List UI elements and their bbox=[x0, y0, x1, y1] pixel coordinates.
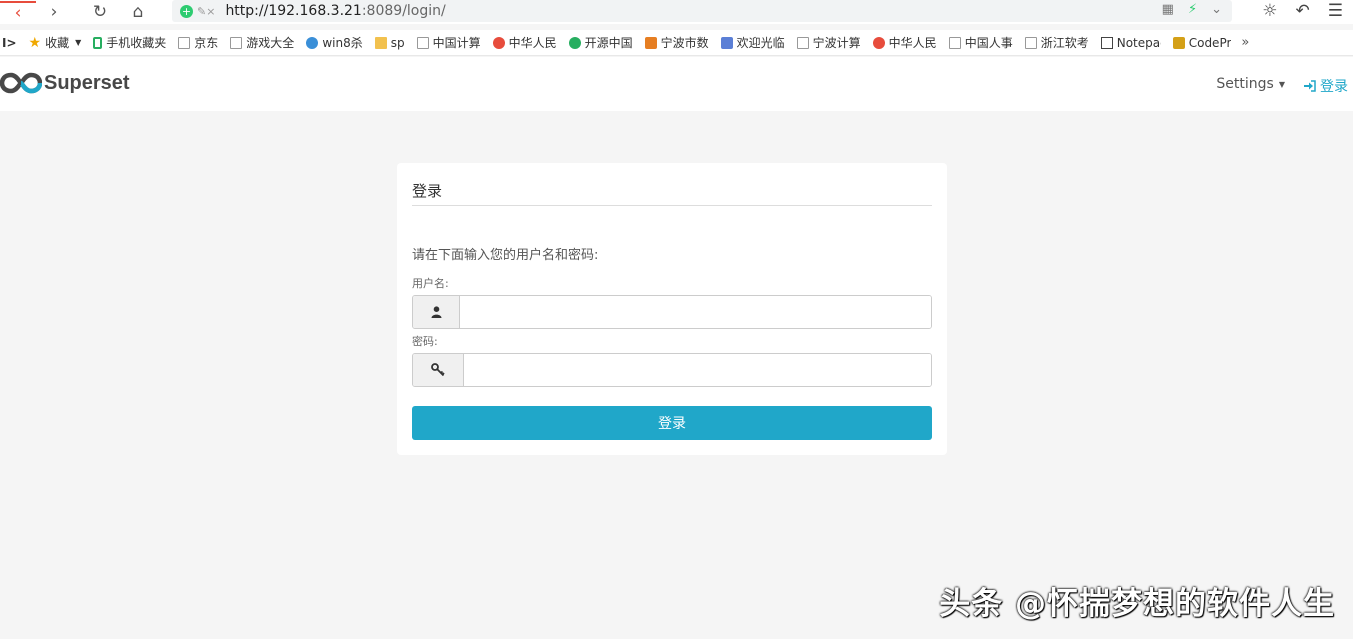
chevron-down-icon[interactable]: ⌄ bbox=[1211, 2, 1222, 17]
bookmark-item[interactable]: 中华人民 bbox=[867, 34, 943, 51]
menu-icon[interactable]: ☰ bbox=[1328, 1, 1343, 21]
username-group bbox=[412, 295, 932, 329]
bookmark-item[interactable]: 欢迎光临 bbox=[715, 34, 791, 51]
home-icon[interactable]: ⌂ bbox=[124, 1, 152, 23]
user-icon bbox=[413, 296, 460, 328]
notepad-icon bbox=[1100, 36, 1113, 49]
bookmark-item[interactable]: 中国计算 bbox=[411, 34, 487, 51]
address-bar[interactable]: + ✎× http://192.168.3.21:8089/login/ ▦ ⚡… bbox=[172, 0, 1232, 22]
forward-icon[interactable]: › bbox=[40, 1, 68, 23]
folder-icon bbox=[374, 36, 387, 49]
flame-icon bbox=[644, 36, 657, 49]
settings-label: Settings bbox=[1216, 76, 1274, 92]
infinity-logo-icon bbox=[0, 72, 42, 94]
bookmark-item[interactable]: 京东 bbox=[172, 34, 224, 51]
app-navbar: Superset Settings ▼ 登录 bbox=[0, 57, 1353, 111]
url-path: :8089/login/ bbox=[361, 3, 446, 19]
bookmark-item[interactable]: 浙江软考 bbox=[1019, 34, 1095, 51]
reload-icon[interactable]: ↻ bbox=[86, 1, 114, 23]
password-group bbox=[412, 353, 932, 387]
source-watermark: 头条 @怀揣梦想的软件人生 bbox=[939, 586, 1335, 622]
phone-icon bbox=[93, 36, 103, 49]
qr-code-icon[interactable]: ▦ bbox=[1162, 2, 1174, 17]
chevron-down-icon[interactable]: ▼ bbox=[75, 38, 81, 47]
undo-icon[interactable]: ↶ bbox=[1296, 1, 1310, 21]
page-icon bbox=[230, 36, 243, 49]
login-instructions: 请在下面输入您的用户名和密码: bbox=[412, 248, 599, 263]
codepro-icon bbox=[1172, 36, 1185, 49]
speed-mode-icon[interactable]: ⚡ bbox=[1188, 2, 1197, 17]
sidebar-toggle-icon[interactable]: I> bbox=[0, 36, 23, 50]
bookmark-item[interactable]: ★ 收藏 ▼ bbox=[23, 34, 88, 51]
tracking-off-icon[interactable]: ✎× bbox=[197, 5, 215, 18]
brand-name: Superset bbox=[44, 71, 130, 94]
bookmark-item[interactable]: 游戏大全 bbox=[224, 34, 300, 51]
secure-shield-icon: + bbox=[180, 4, 193, 18]
password-input[interactable] bbox=[464, 354, 931, 386]
password-label: 密码: bbox=[412, 335, 438, 348]
bookmark-item[interactable]: 宁波计算 bbox=[791, 34, 867, 51]
bookmark-item[interactable]: 手机收藏夹 bbox=[87, 34, 172, 51]
page-icon bbox=[1024, 36, 1037, 49]
login-link[interactable]: 登录 bbox=[1304, 76, 1348, 96]
login-panel: 登录 请在下面输入您的用户名和密码: 用户名: 密码: 登录 bbox=[397, 163, 947, 455]
bookmark-item[interactable]: CodePr bbox=[1167, 36, 1238, 50]
globe-icon bbox=[306, 36, 319, 49]
brightness-icon[interactable]: ☼ bbox=[1262, 1, 1277, 21]
emblem-icon bbox=[872, 36, 885, 49]
page-icon bbox=[796, 36, 809, 49]
bookmark-item[interactable]: win8杀 bbox=[300, 34, 368, 51]
settings-menu[interactable]: Settings ▼ bbox=[1216, 76, 1285, 92]
panel-divider bbox=[412, 205, 932, 206]
browser-toolbar: ‹ › ↻ ⌂ + ✎× http://192.168.3.21:8089/lo… bbox=[0, 0, 1353, 24]
bookmark-item[interactable]: sp bbox=[369, 36, 411, 50]
bookmarks-bar: I> ★ 收藏 ▼ 手机收藏夹 京东 游戏大全 win8杀 sp 中国计算 中华人民… bbox=[0, 30, 1353, 56]
page-icon bbox=[416, 36, 429, 49]
bookmark-item[interactable]: 开源中国 bbox=[563, 34, 639, 51]
page-icon bbox=[948, 36, 961, 49]
more-bookmarks-icon[interactable]: » bbox=[1241, 35, 1249, 50]
bookmark-item[interactable]: 中华人民 bbox=[487, 34, 563, 51]
bookmark-item[interactable]: 中国人事 bbox=[943, 34, 1019, 51]
page-icon bbox=[178, 36, 191, 49]
bookmark-item[interactable]: 宁波市数 bbox=[639, 34, 715, 51]
login-submit-button[interactable]: 登录 bbox=[412, 406, 932, 440]
login-link-label: 登录 bbox=[1320, 79, 1348, 95]
oschina-icon bbox=[568, 36, 581, 49]
site-icon bbox=[720, 36, 733, 49]
url-host: http://192.168.3.21 bbox=[225, 3, 362, 19]
key-icon bbox=[413, 354, 464, 386]
sign-in-icon bbox=[1304, 80, 1316, 92]
caret-down-icon: ▼ bbox=[1278, 79, 1285, 89]
username-label: 用户名: bbox=[412, 277, 449, 290]
back-icon[interactable]: ‹ bbox=[0, 1, 36, 23]
username-input[interactable] bbox=[460, 296, 931, 328]
superset-logo[interactable]: Superset bbox=[0, 71, 130, 95]
panel-title: 登录 bbox=[412, 182, 443, 200]
gear-logo-icon bbox=[492, 36, 505, 49]
star-icon: ★ bbox=[28, 34, 42, 51]
bookmark-item[interactable]: Notepad bbox=[1095, 36, 1167, 50]
